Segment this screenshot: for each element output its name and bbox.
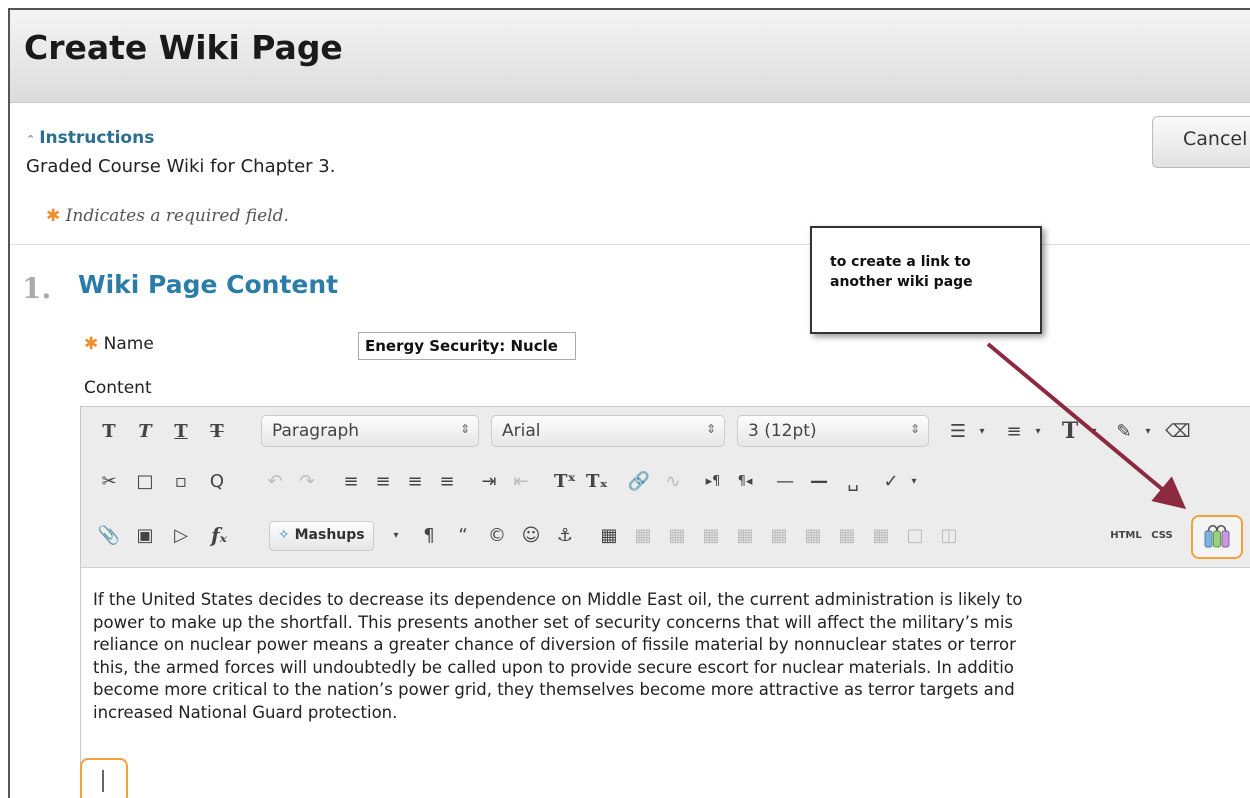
app-window: Create Wiki Page ⌃ Instructions Graded Co…: [8, 8, 1250, 798]
annotation-arrow: [986, 342, 1187, 510]
